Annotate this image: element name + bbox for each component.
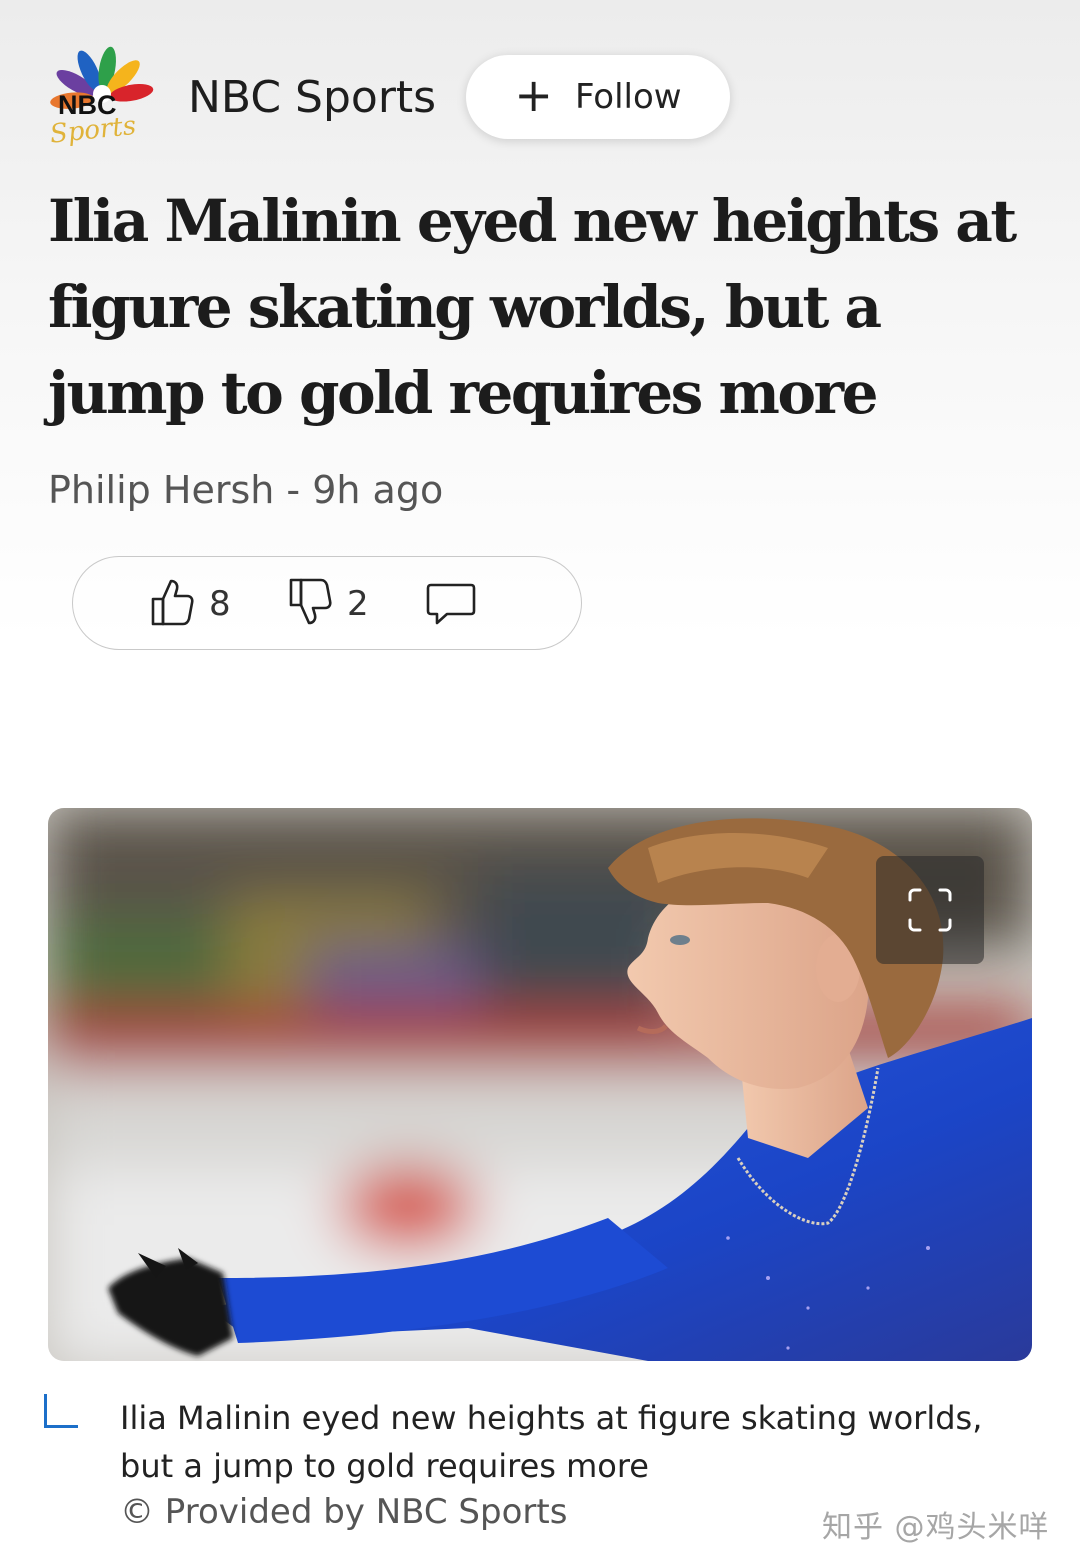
image-credit: © Provided by NBC Sports	[120, 1492, 568, 1532]
dislike-count: 2	[347, 584, 369, 624]
expand-image-button[interactable]	[876, 856, 984, 964]
thumbs-up-icon	[149, 577, 195, 631]
fullscreen-icon	[906, 886, 954, 934]
reaction-bar: 8 2	[72, 556, 582, 650]
image-caption: Ilia Malinin eyed new heights at figure …	[120, 1399, 983, 1485]
article-byline: Philip Hersh - 9h ago	[48, 468, 444, 512]
nbc-sports-logo[interactable]: NBC Sports	[46, 42, 158, 150]
follow-button[interactable]: + Follow	[466, 55, 730, 139]
plus-icon: +	[514, 68, 553, 122]
article-photo[interactable]	[48, 808, 1032, 1361]
article-headline: Ilia Malinin eyed new heights at figure …	[48, 187, 1017, 427]
zhihu-watermark: 知乎 @鸡头米咩	[822, 1510, 1050, 1545]
like-button[interactable]: 8	[149, 577, 231, 631]
comment-icon	[425, 581, 477, 631]
like-count: 8	[209, 584, 231, 624]
caption-corner-marker	[44, 1394, 78, 1428]
follow-label: Follow	[574, 77, 682, 117]
publisher-name[interactable]: NBC Sports	[188, 72, 436, 123]
article-header: NBC Sports NBC Sports + Follow	[46, 42, 1036, 152]
comment-button[interactable]	[425, 581, 477, 631]
thumbs-down-icon	[287, 577, 333, 631]
dislike-button[interactable]: 2	[287, 577, 369, 631]
